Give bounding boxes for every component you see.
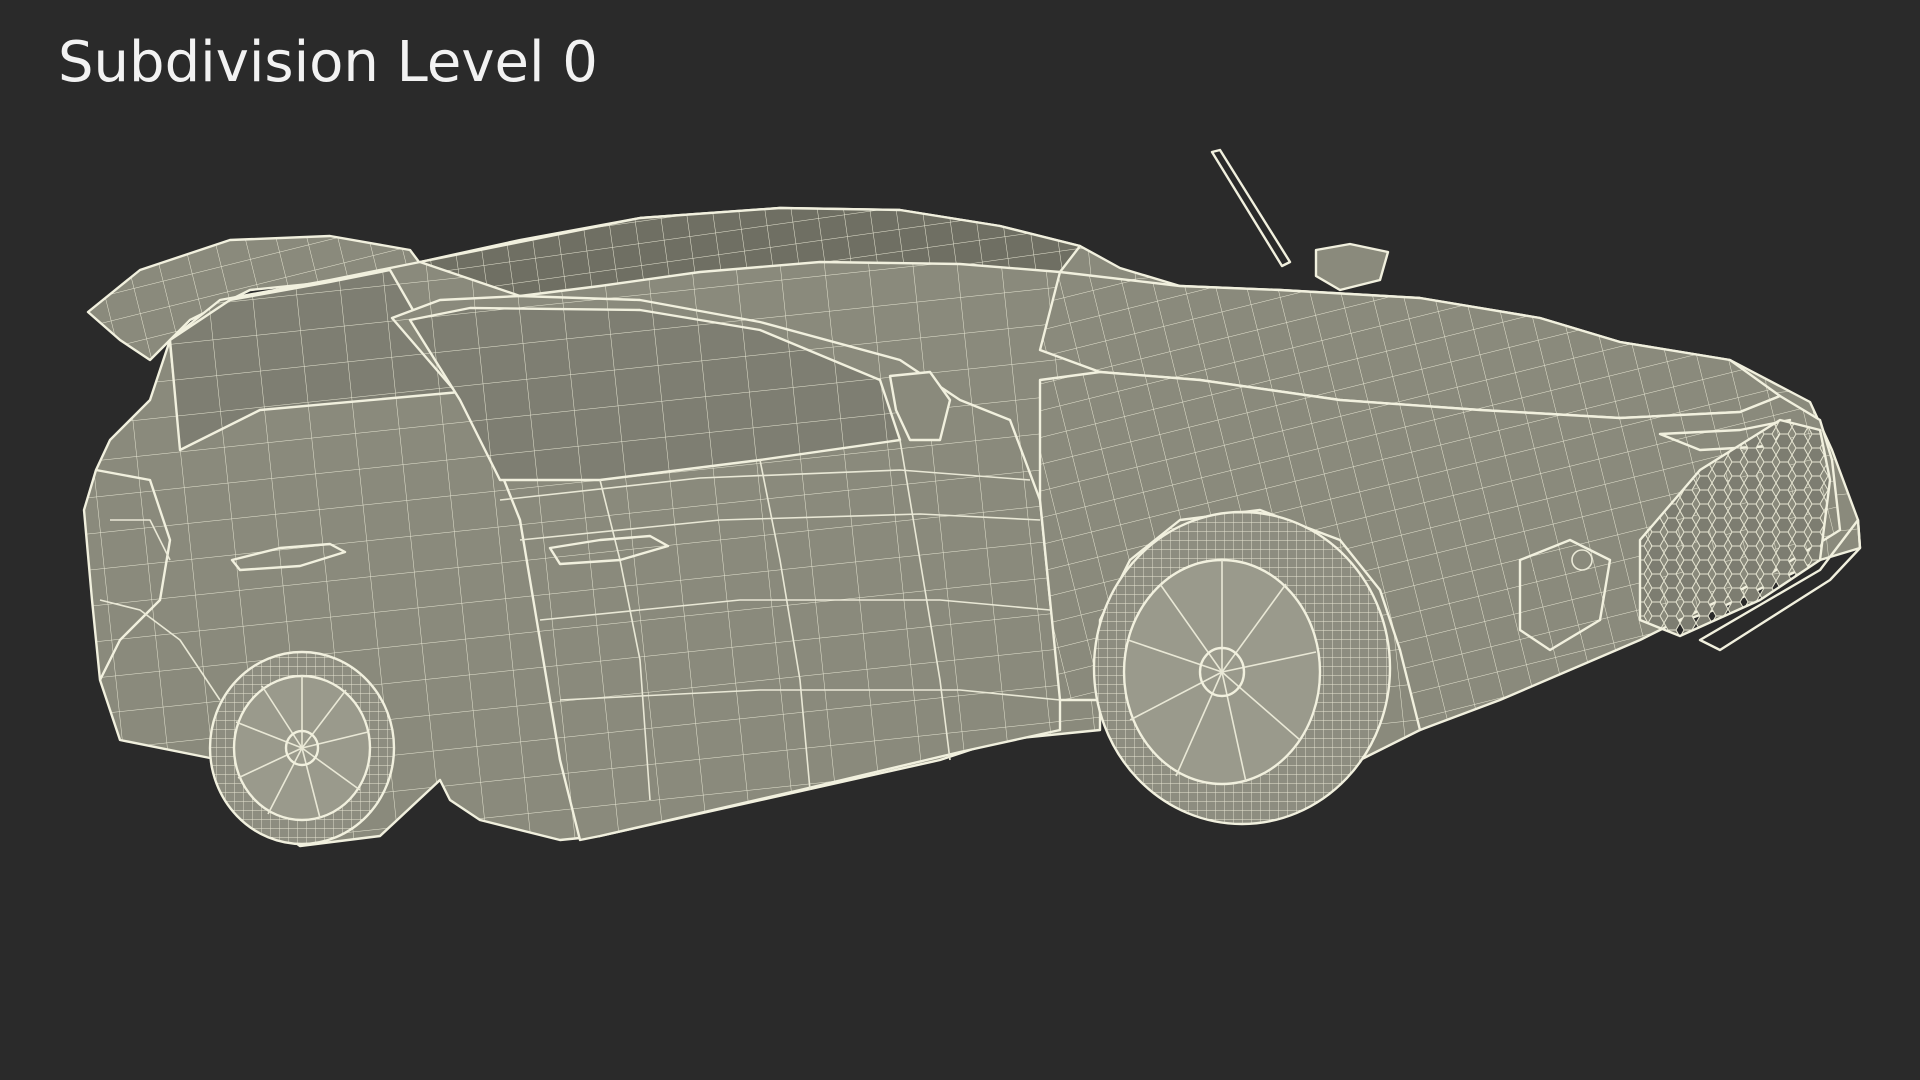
rear-wheel: [208, 650, 396, 846]
wireframe-car-icon: [82, 148, 1862, 848]
antenna: [1210, 148, 1292, 268]
front-wheel: [1092, 510, 1392, 826]
render-viewport: Subdivision Level 0: [0, 0, 1920, 1080]
